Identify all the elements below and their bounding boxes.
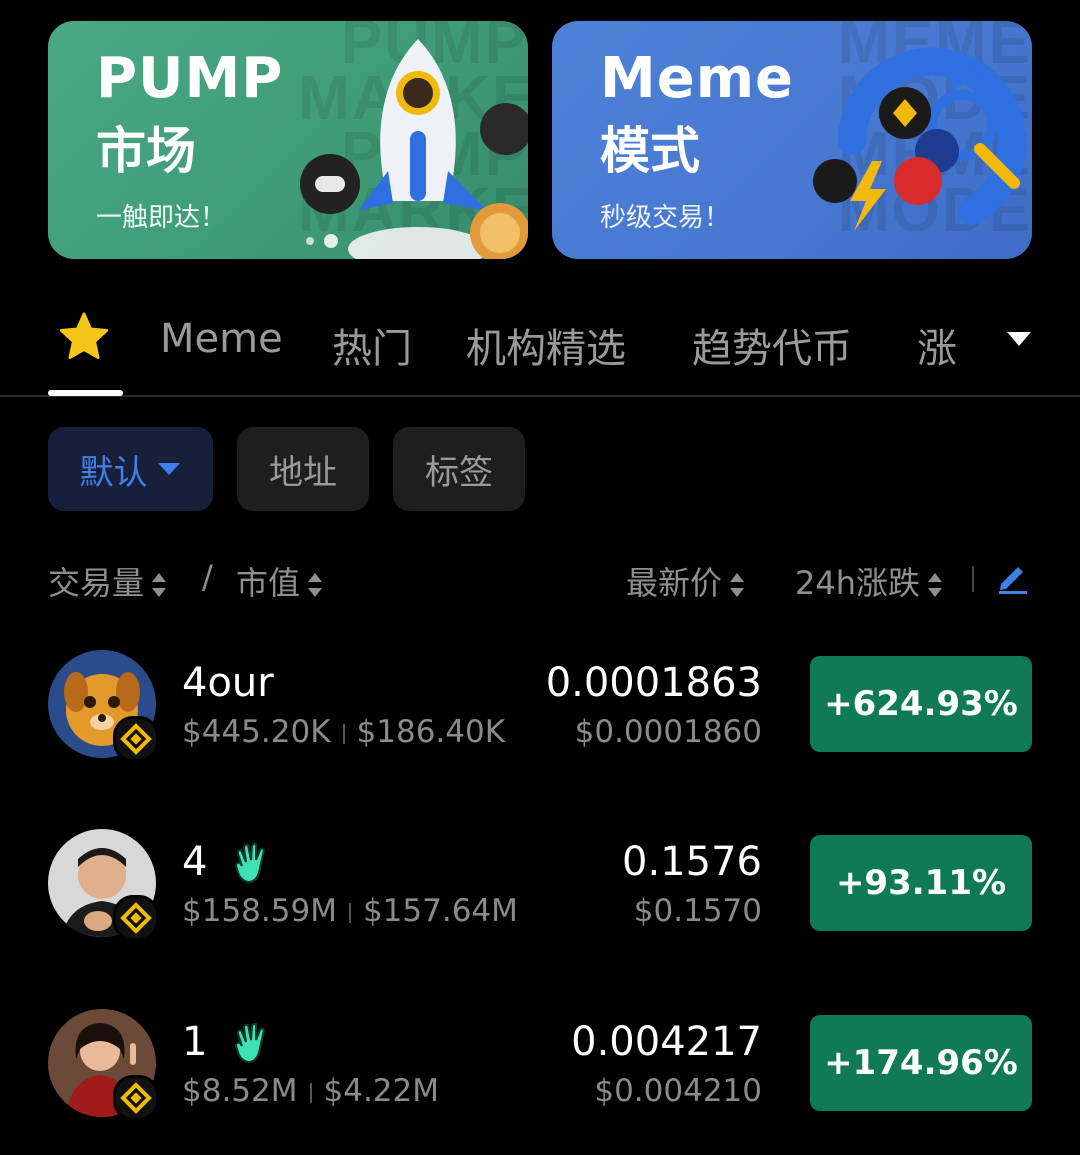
sort-market-cap[interactable]: 市值 xyxy=(236,558,324,604)
header-separator xyxy=(972,566,974,592)
token-usd-price: $0.0001860 xyxy=(574,714,762,750)
banner-subtitle: 秒级交易！ xyxy=(600,203,731,233)
token-volume-mcap: $8.52M $4.22M xyxy=(182,1073,439,1109)
token-volume-mcap: $158.59M $157.64M xyxy=(182,893,518,929)
meme-mode-banner[interactable]: MEME MODE MEME MODE Meme 模式 秒级交易！ xyxy=(552,21,1032,259)
token-price: 0.1576 xyxy=(622,839,762,885)
token-price: 0.004217 xyxy=(571,1019,762,1065)
token-price: 0.0001863 xyxy=(545,660,762,706)
tab-hot[interactable]: 热门 xyxy=(332,316,412,374)
token-name: 4our xyxy=(182,660,274,706)
tab-institutional[interactable]: 机构精选 xyxy=(466,316,626,374)
banner-subtitle: 一触即达！ xyxy=(96,203,227,233)
sort-icon xyxy=(152,573,167,597)
sort-icon xyxy=(308,573,323,597)
token-name: 4 xyxy=(182,839,208,885)
tab-meme[interactable]: Meme xyxy=(160,316,283,362)
token-name-wrap: 4 xyxy=(182,839,274,886)
token-row[interactable]: 4 $158.59M $157.64M 0.1576 $0.1570 +93.11… xyxy=(0,829,1080,941)
token-volume-mcap: $445.20K $186.40K xyxy=(182,714,506,750)
banner-title: PUMP xyxy=(96,46,284,111)
sort-volume[interactable]: 交易量 xyxy=(48,558,168,604)
token-name: 1 xyxy=(182,1019,208,1065)
token-row[interactable]: 4our $445.20K $186.40K 0.0001863 $0.00018… xyxy=(0,650,1080,762)
change-badge: +93.11% xyxy=(810,835,1032,931)
token-row[interactable]: 1 $8.52M $4.22M 0.004217 $0.004210 +174.9… xyxy=(0,1009,1080,1121)
change-badge: +174.96% xyxy=(810,1015,1032,1111)
sort-icon xyxy=(730,573,745,597)
tab-gainers-clipped[interactable]: 涨 xyxy=(915,308,975,368)
hand-wave-icon xyxy=(235,842,266,884)
header-divider: / xyxy=(202,558,213,596)
tab-trending[interactable]: 趋势代币 xyxy=(692,316,852,374)
change-badge: +624.93% xyxy=(810,656,1032,752)
token-usd-price: $0.004210 xyxy=(594,1073,762,1109)
filter-default-label: 默认 xyxy=(79,452,148,493)
pencil-icon[interactable] xyxy=(996,560,1030,594)
sort-24h-change[interactable]: 24h涨跌 xyxy=(795,558,944,604)
token-name-wrap: 1 xyxy=(182,1019,274,1066)
caret-down-icon[interactable] xyxy=(1005,330,1033,348)
token-usd-price: $0.1570 xyxy=(633,893,762,929)
caret-down-icon xyxy=(157,463,180,475)
sort-latest-price[interactable]: 最新价 xyxy=(626,558,746,604)
hand-wave-icon xyxy=(235,1022,266,1064)
bnb-chain-badge xyxy=(113,716,159,762)
banner-title: Meme xyxy=(600,46,795,111)
active-tab-indicator xyxy=(48,390,123,396)
sort-icon xyxy=(928,573,943,597)
filter-tag-button[interactable]: 标签 xyxy=(393,427,525,511)
filter-address-button[interactable]: 地址 xyxy=(237,427,369,511)
category-tabs: Meme 热门 机构精选 趋势代币 涨 xyxy=(0,290,1080,397)
bnb-chain-badge xyxy=(113,895,159,941)
bnb-chain-badge xyxy=(113,1075,159,1121)
banner-title-cn: 模式 xyxy=(600,122,700,180)
banner-title-cn: 市场 xyxy=(96,122,196,180)
pump-market-banner[interactable]: PUMP MARKET PUMP MARKET PUMP 市场 一触即达！ xyxy=(48,21,528,259)
filter-default-button[interactable]: 默认 xyxy=(48,427,213,511)
star-icon[interactable] xyxy=(58,312,110,362)
